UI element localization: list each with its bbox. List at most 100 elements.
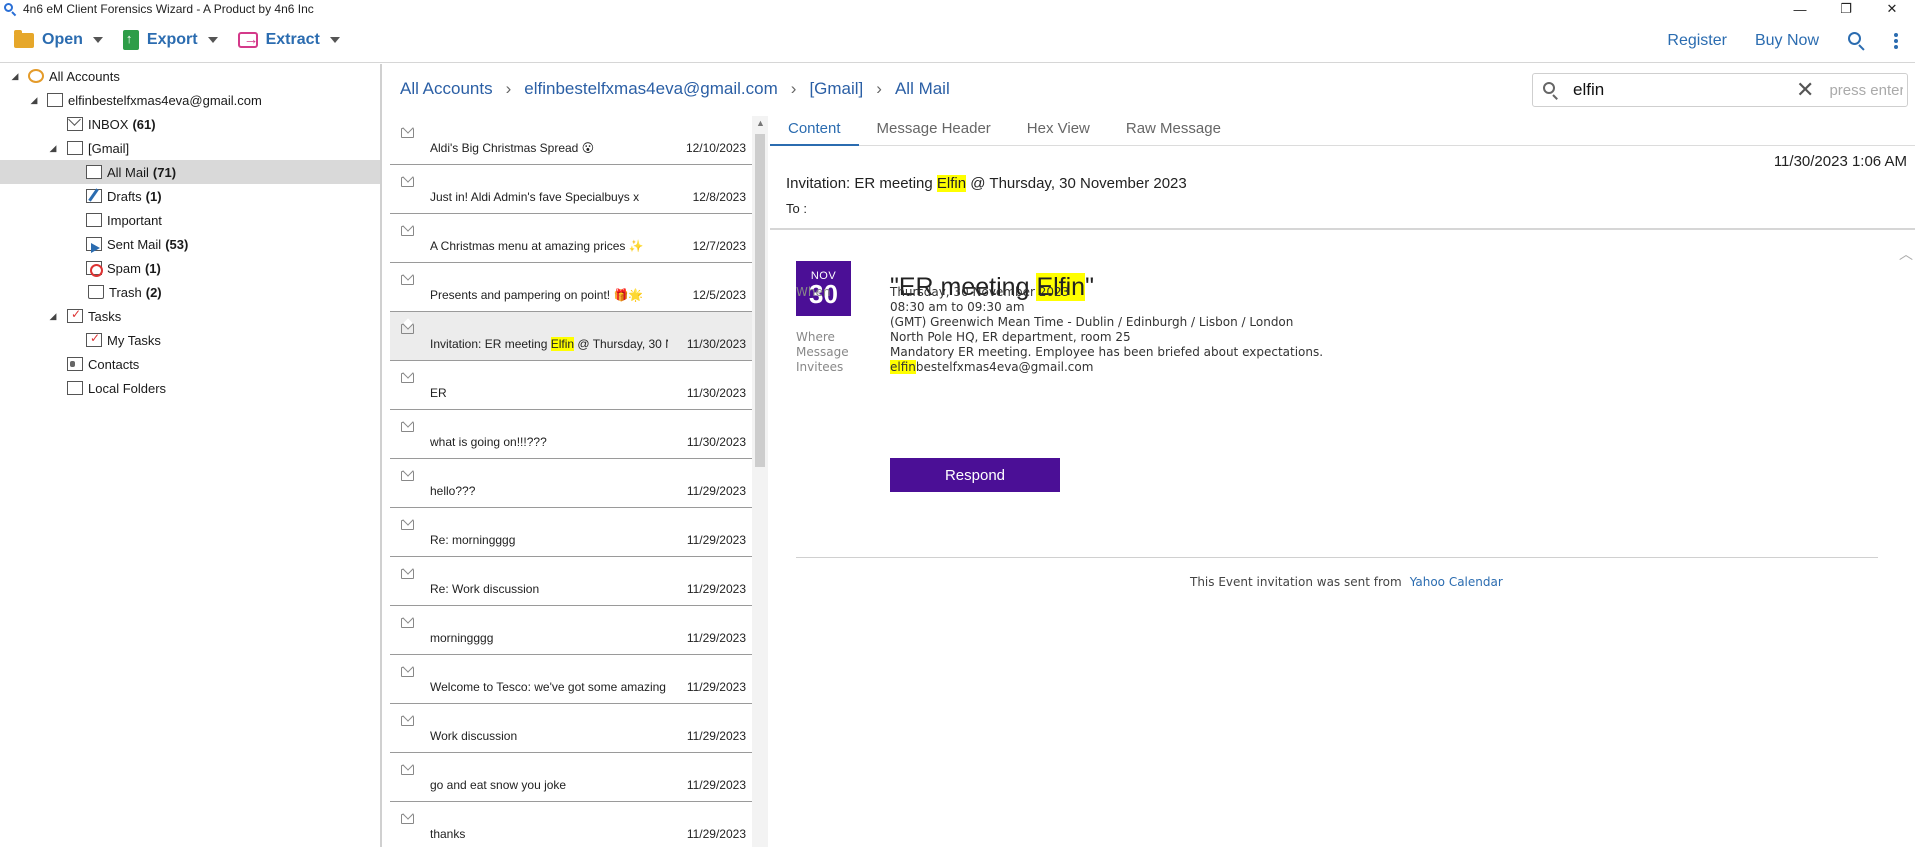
register-link[interactable]: Register <box>1667 32 1727 50</box>
mail-list-item-selected[interactable]: Invitation: ER meeting Elfin @ Thursday,… <box>390 312 752 361</box>
when-label: When <box>796 285 831 299</box>
tree-item-sent-mail[interactable]: Sent Mail (53) <box>0 232 380 256</box>
mail-list-item[interactable]: Re: Work discussion 11/29/2023 <box>390 557 752 606</box>
restore-button[interactable]: ❐ <box>1823 0 1869 18</box>
tab-hex-view[interactable]: Hex View <box>1009 116 1108 146</box>
breadcrumb-all-accounts[interactable]: All Accounts <box>400 79 493 99</box>
envelope-icon <box>401 373 414 383</box>
search-highlight: Elfin <box>550 337 575 351</box>
mail-subject: Work discussion <box>430 729 518 743</box>
tree-item-trash[interactable]: Trash (2) <box>0 280 380 304</box>
mail-list-item[interactable]: Just in! Aldi Admin's fave Specialbuys x… <box>390 165 752 214</box>
scroll-up-arrow-icon[interactable]: ▲ <box>756 118 765 128</box>
tree-item-local-folders[interactable]: Local Folders <box>0 376 380 400</box>
tree-item-gmail[interactable]: ◢ [Gmail] <box>0 136 380 160</box>
mailbox-icon <box>47 93 63 107</box>
extract-menu-button[interactable]: Extract <box>232 24 346 56</box>
clear-search-icon[interactable]: ✕ <box>1796 79 1814 101</box>
tree-item-drafts[interactable]: Drafts (1) <box>0 184 380 208</box>
mail-list-item[interactable]: thanks 11/29/2023 <box>390 802 752 847</box>
minimize-button[interactable]: — <box>1777 0 1823 18</box>
accounts-icon <box>28 69 44 83</box>
close-button[interactable]: ✕ <box>1869 0 1915 18</box>
buy-now-link[interactable]: Buy Now <box>1755 32 1819 50</box>
tree-item-tasks[interactable]: ◢ Tasks <box>0 304 380 328</box>
mail-list-item[interactable]: Re: morningggg 11/29/2023 <box>390 508 752 557</box>
subject-text: Invitation: ER meeting <box>786 175 937 192</box>
more-options-icon[interactable] <box>1889 31 1903 51</box>
export-menu-button[interactable]: Export <box>117 24 224 56</box>
search-icon[interactable] <box>1847 31 1867 51</box>
unread-count: (71) <box>152 164 177 180</box>
tree-label: Tasks <box>88 308 122 324</box>
mail-list-item[interactable]: go and eat snow you joke 11/29/2023 <box>390 753 752 802</box>
tree-label: [Gmail] <box>88 140 130 156</box>
scroll-up-chevron-icon[interactable]: ︿ <box>1899 244 1913 264</box>
open-menu-button[interactable]: Open <box>8 24 109 56</box>
tree-item-inbox[interactable]: INBOX (61) <box>0 112 380 136</box>
scrollbar-thumb[interactable] <box>755 134 765 467</box>
search-input[interactable] <box>1573 80 1788 100</box>
mail-date: 11/29/2023 <box>686 680 746 694</box>
export-file-icon <box>122 30 139 50</box>
mail-list-item[interactable]: hello??? 11/29/2023 <box>390 459 752 508</box>
tree-item-account[interactable]: ◢ elfinbestelfxmas4eva@gmail.com <box>0 88 380 112</box>
mail-date: 11/29/2023 <box>686 778 746 792</box>
subject-text: @ Thursday, 30 November 2023 <box>966 175 1187 192</box>
breadcrumb-gmail[interactable]: [Gmail] <box>809 79 863 99</box>
mail-list-item[interactable]: A Christmas menu at amazing prices ✨ 12/… <box>390 214 752 263</box>
expand-arrow-icon[interactable]: ◢ <box>29 95 39 106</box>
tab-raw-message[interactable]: Raw Message <box>1108 116 1239 146</box>
envelope-icon <box>401 177 414 187</box>
mail-subject: ER <box>430 386 447 400</box>
mail-list-item[interactable]: ER 11/30/2023 <box>390 361 752 410</box>
breadcrumb-all-mail[interactable]: All Mail <box>895 79 950 99</box>
expand-arrow-icon[interactable]: ◢ <box>10 71 20 82</box>
tree-label: Spam <box>107 260 141 276</box>
mail-list-item[interactable]: morningggg 11/29/2023 <box>390 606 752 655</box>
search-highlight: elfin <box>890 360 916 374</box>
envelope-icon <box>401 275 414 285</box>
event-date: Thursday, 30 November 2023 <box>890 285 1070 299</box>
mail-list-item[interactable]: Welcome to Tesco: we've got some amazing… <box>390 655 752 704</box>
breadcrumb-account[interactable]: elfinbestelfxmas4eva@gmail.com <box>524 79 777 99</box>
expand-arrow-icon[interactable]: ◢ <box>48 143 58 154</box>
mail-date: 11/30/2023 <box>686 435 746 449</box>
app-search-icon <box>3 2 17 17</box>
tree-label: Drafts <box>107 188 142 204</box>
mail-list-item[interactable]: Presents and pampering on point! 🎁🌟 12/5… <box>390 263 752 312</box>
yahoo-calendar-link[interactable]: Yahoo Calendar <box>1410 575 1503 589</box>
tab-content[interactable]: Content <box>770 116 859 146</box>
tab-message-header[interactable]: Message Header <box>859 116 1009 146</box>
subject-text: @ Thursday, 30 November 2023 <box>577 337 668 351</box>
mail-list-item[interactable]: Aldi's Big Christmas Spread 😮 12/10/2023 <box>390 116 752 165</box>
envelope-icon <box>401 618 414 628</box>
drafts-icon <box>86 189 102 203</box>
tree-label: All Mail <box>107 164 149 180</box>
tree-item-contacts[interactable]: Contacts <box>0 352 380 376</box>
mail-list-item[interactable]: what is going on!!!??? 11/30/2023 <box>390 410 752 459</box>
mail-date: 11/29/2023 <box>686 533 746 547</box>
expand-arrow-icon[interactable]: ◢ <box>48 311 58 322</box>
tree-item-spam[interactable]: Spam (1) <box>0 256 380 280</box>
open-label: Open <box>42 31 83 48</box>
mail-date: 11/29/2023 <box>686 631 746 645</box>
tasks-icon <box>67 307 83 323</box>
invitee-text: bestelfxmas4eva@gmail.com <box>915 360 1094 374</box>
tree-item-important[interactable]: Important <box>0 208 380 232</box>
tree-item-all-mail[interactable]: All Mail (71) <box>0 160 380 184</box>
breadcrumb-separator: › <box>876 79 882 98</box>
mail-subject: Just in! Aldi Admin's fave Specialbuys x <box>430 190 640 204</box>
envelope-icon <box>401 716 414 726</box>
envelope-icon <box>67 117 83 131</box>
mail-list-scrollbar[interactable]: ▲ <box>752 116 768 847</box>
mail-subject: Presents and pampering on point! 🎁🌟 <box>430 288 644 302</box>
window-controls: — ❐ ✕ <box>1777 0 1915 18</box>
tree-item-my-tasks[interactable]: My Tasks <box>0 328 380 352</box>
respond-button[interactable]: Respond <box>890 458 1060 492</box>
mail-list-item[interactable]: Work discussion 11/29/2023 <box>390 704 752 753</box>
mail-list: Aldi's Big Christmas Spread 😮 12/10/2023… <box>384 116 768 847</box>
tree-item-all-accounts[interactable]: ◢ All Accounts <box>0 64 380 88</box>
search-icon <box>1541 80 1561 100</box>
invitation-footer: This Event invitation was sent from Yahoo… <box>1190 575 1503 589</box>
